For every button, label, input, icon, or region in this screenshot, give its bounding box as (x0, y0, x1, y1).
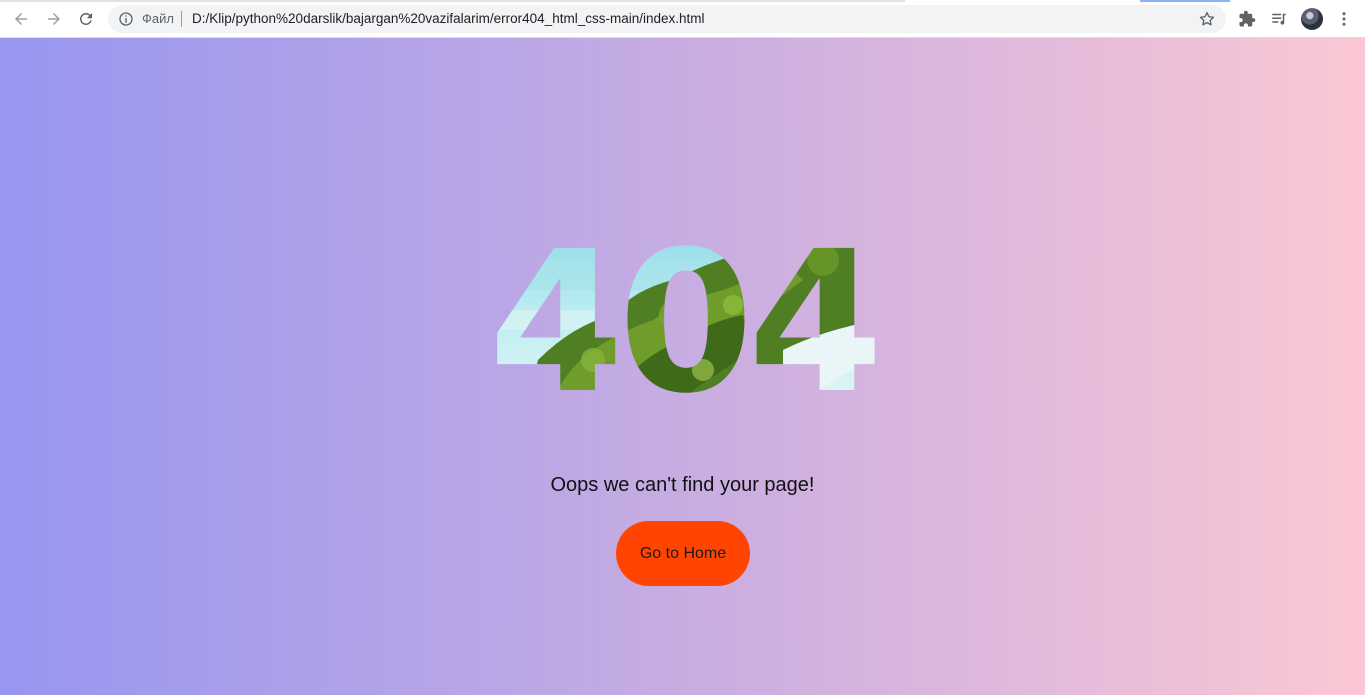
forward-button[interactable] (42, 7, 66, 31)
error-code-scenic-fill (488, 220, 878, 420)
arrow-left-icon (15, 13, 27, 25)
kebab-menu-icon (1342, 12, 1346, 26)
back-button[interactable] (9, 7, 33, 31)
not-found-message: Oops we can't find your page! (550, 474, 815, 496)
tab-strip-segment (1140, 0, 1230, 2)
scheme-label: Файл (142, 11, 174, 26)
extensions-button[interactable] (1237, 9, 1257, 29)
omnibox-divider (181, 11, 182, 27)
media-playlist-icon (1272, 13, 1286, 25)
info-icon[interactable] (118, 11, 134, 27)
url-text[interactable]: D:/Klip/python%20darslik/bajargan%20vazi… (192, 11, 705, 27)
browser-toolbar: Файл D:/Klip/python%20darslik/bajargan%2… (0, 0, 1365, 38)
arrow-right-icon (48, 13, 60, 25)
page-content: 404 Oops we can't find your page! Go to … (0, 38, 1365, 695)
menu-button[interactable] (1334, 9, 1354, 29)
tab-strip (0, 0, 1365, 3)
reload-icon (79, 12, 92, 25)
address-bar[interactable]: Файл D:/Klip/python%20darslik/bajargan%2… (108, 5, 1226, 33)
reload-button[interactable] (74, 7, 98, 31)
error-code-heading: 404 (483, 220, 883, 420)
puzzle-icon (1239, 10, 1256, 27)
star-icon[interactable] (1198, 10, 1216, 28)
media-controls-button[interactable] (1269, 9, 1289, 29)
go-home-button[interactable]: Go to Home (616, 521, 750, 586)
avatar[interactable] (1301, 8, 1323, 30)
tab-strip-segment (0, 0, 905, 2)
